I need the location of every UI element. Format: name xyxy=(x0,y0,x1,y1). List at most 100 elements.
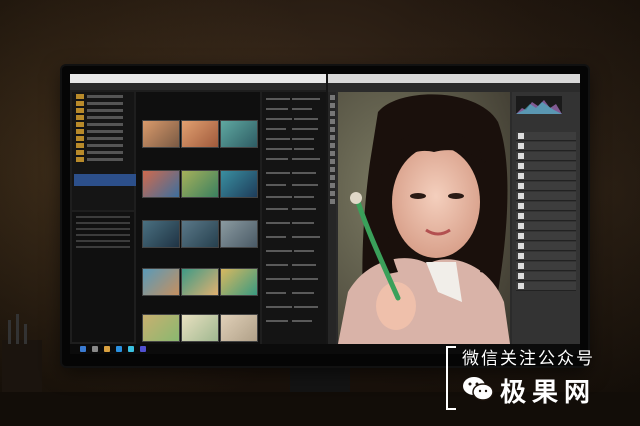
thumbnail[interactable] xyxy=(220,314,258,342)
watermark-bracket xyxy=(446,346,456,410)
folder-icon[interactable] xyxy=(76,94,123,99)
tool-icon[interactable] xyxy=(329,95,335,100)
folder-icon[interactable] xyxy=(76,136,123,141)
thumbnail[interactable] xyxy=(142,314,180,342)
thumbnail[interactable] xyxy=(142,170,180,198)
metadata-row xyxy=(292,292,314,294)
thumbnail-grid[interactable] xyxy=(136,92,260,344)
metadata-row xyxy=(294,118,318,120)
tool-icon[interactable] xyxy=(329,103,335,108)
layer-row[interactable] xyxy=(516,142,576,151)
metadata-row xyxy=(294,196,314,198)
folder-icon[interactable] xyxy=(76,150,123,155)
metadata-row xyxy=(266,306,292,308)
thumbnail[interactable] xyxy=(220,120,258,148)
thumbnail[interactable] xyxy=(142,268,180,296)
layer-row[interactable] xyxy=(516,192,576,201)
taskbar-app-icon[interactable] xyxy=(128,346,134,352)
tool-icon[interactable] xyxy=(329,167,335,172)
metadata-row xyxy=(292,320,312,322)
metadata-row xyxy=(266,250,292,252)
layer-row[interactable] xyxy=(516,162,576,171)
metadata-row xyxy=(266,236,286,238)
image-browser-window xyxy=(70,74,326,344)
layer-row[interactable] xyxy=(516,282,576,291)
metadata-row xyxy=(266,148,292,150)
thumbnail[interactable] xyxy=(181,314,219,342)
property-row xyxy=(76,246,130,248)
watermark-line1: 微信关注公众号 xyxy=(462,349,595,369)
metadata-row xyxy=(294,250,314,252)
thumbnail[interactable] xyxy=(142,220,180,248)
folder-icon[interactable] xyxy=(76,157,123,162)
eye xyxy=(448,193,464,199)
properties-pane xyxy=(72,212,134,342)
metadata-row xyxy=(292,108,312,110)
folder-icon[interactable] xyxy=(76,108,123,113)
metadata-row xyxy=(266,118,292,120)
tool-icon[interactable] xyxy=(329,199,335,204)
watermark-line2: 极果网 xyxy=(500,378,597,408)
layer-row[interactable] xyxy=(516,152,576,161)
tool-icon[interactable] xyxy=(329,111,335,116)
thumbnail[interactable] xyxy=(220,170,258,198)
metadata-row xyxy=(266,138,290,140)
folder-icon[interactable] xyxy=(76,101,123,106)
taskbar-app-icon[interactable] xyxy=(92,346,98,352)
tools-panel xyxy=(328,92,336,344)
thumbnail[interactable] xyxy=(181,170,219,198)
layer-row[interactable] xyxy=(516,132,576,141)
layer-row[interactable] xyxy=(516,202,576,211)
folder-icon[interactable] xyxy=(76,143,123,148)
folder-icon[interactable] xyxy=(76,122,123,127)
thumbnail[interactable] xyxy=(220,220,258,248)
tool-icon[interactable] xyxy=(329,119,335,124)
tool-icon[interactable] xyxy=(329,135,335,140)
layer-row[interactable] xyxy=(516,232,576,241)
histogram xyxy=(516,96,562,114)
start-icon[interactable] xyxy=(80,346,86,352)
thumbnail[interactable] xyxy=(142,120,180,148)
pen xyxy=(16,314,19,344)
folder-icon[interactable] xyxy=(76,129,123,134)
metadata-row xyxy=(266,98,290,100)
layer-row[interactable] xyxy=(516,272,576,281)
tool-icon[interactable] xyxy=(329,143,335,148)
thumbnail[interactable] xyxy=(181,268,219,296)
folder-tree[interactable] xyxy=(72,92,136,210)
metadata-row xyxy=(292,264,316,266)
metadata-row xyxy=(292,158,320,160)
metadata-row xyxy=(266,184,286,186)
selected-folder[interactable] xyxy=(74,174,136,186)
tool-icon[interactable] xyxy=(329,151,335,156)
property-row xyxy=(76,240,130,242)
layer-row[interactable] xyxy=(516,242,576,251)
layer-row[interactable] xyxy=(516,172,576,181)
tool-icon[interactable] xyxy=(329,159,335,164)
thumbnail[interactable] xyxy=(181,120,219,148)
layer-row[interactable] xyxy=(516,222,576,231)
taskbar-app-icon[interactable] xyxy=(104,346,110,352)
metadata-row xyxy=(294,148,314,150)
pen xyxy=(24,324,27,344)
tool-icon[interactable] xyxy=(329,175,335,180)
metadata-row xyxy=(292,138,314,140)
layer-row[interactable] xyxy=(516,182,576,191)
layer-row[interactable] xyxy=(516,212,576,221)
tool-icon[interactable] xyxy=(329,183,335,188)
metadata-row xyxy=(294,306,318,308)
monitor-screen xyxy=(70,74,580,354)
folder-icon[interactable] xyxy=(76,115,123,120)
thumbnail[interactable] xyxy=(181,220,219,248)
layer-row[interactable] xyxy=(516,262,576,271)
layer-row[interactable] xyxy=(516,252,576,261)
tool-icon[interactable] xyxy=(329,191,335,196)
metadata-row xyxy=(266,158,288,160)
metadata-row xyxy=(266,292,286,294)
thumbnail[interactable] xyxy=(220,268,258,296)
image-canvas[interactable] xyxy=(338,92,510,344)
taskbar-app-icon[interactable] xyxy=(116,346,122,352)
photo-scene: 微信关注公众号 极果网 xyxy=(0,0,640,426)
tool-icon[interactable] xyxy=(329,127,335,132)
taskbar-app-icon[interactable] xyxy=(140,346,146,352)
